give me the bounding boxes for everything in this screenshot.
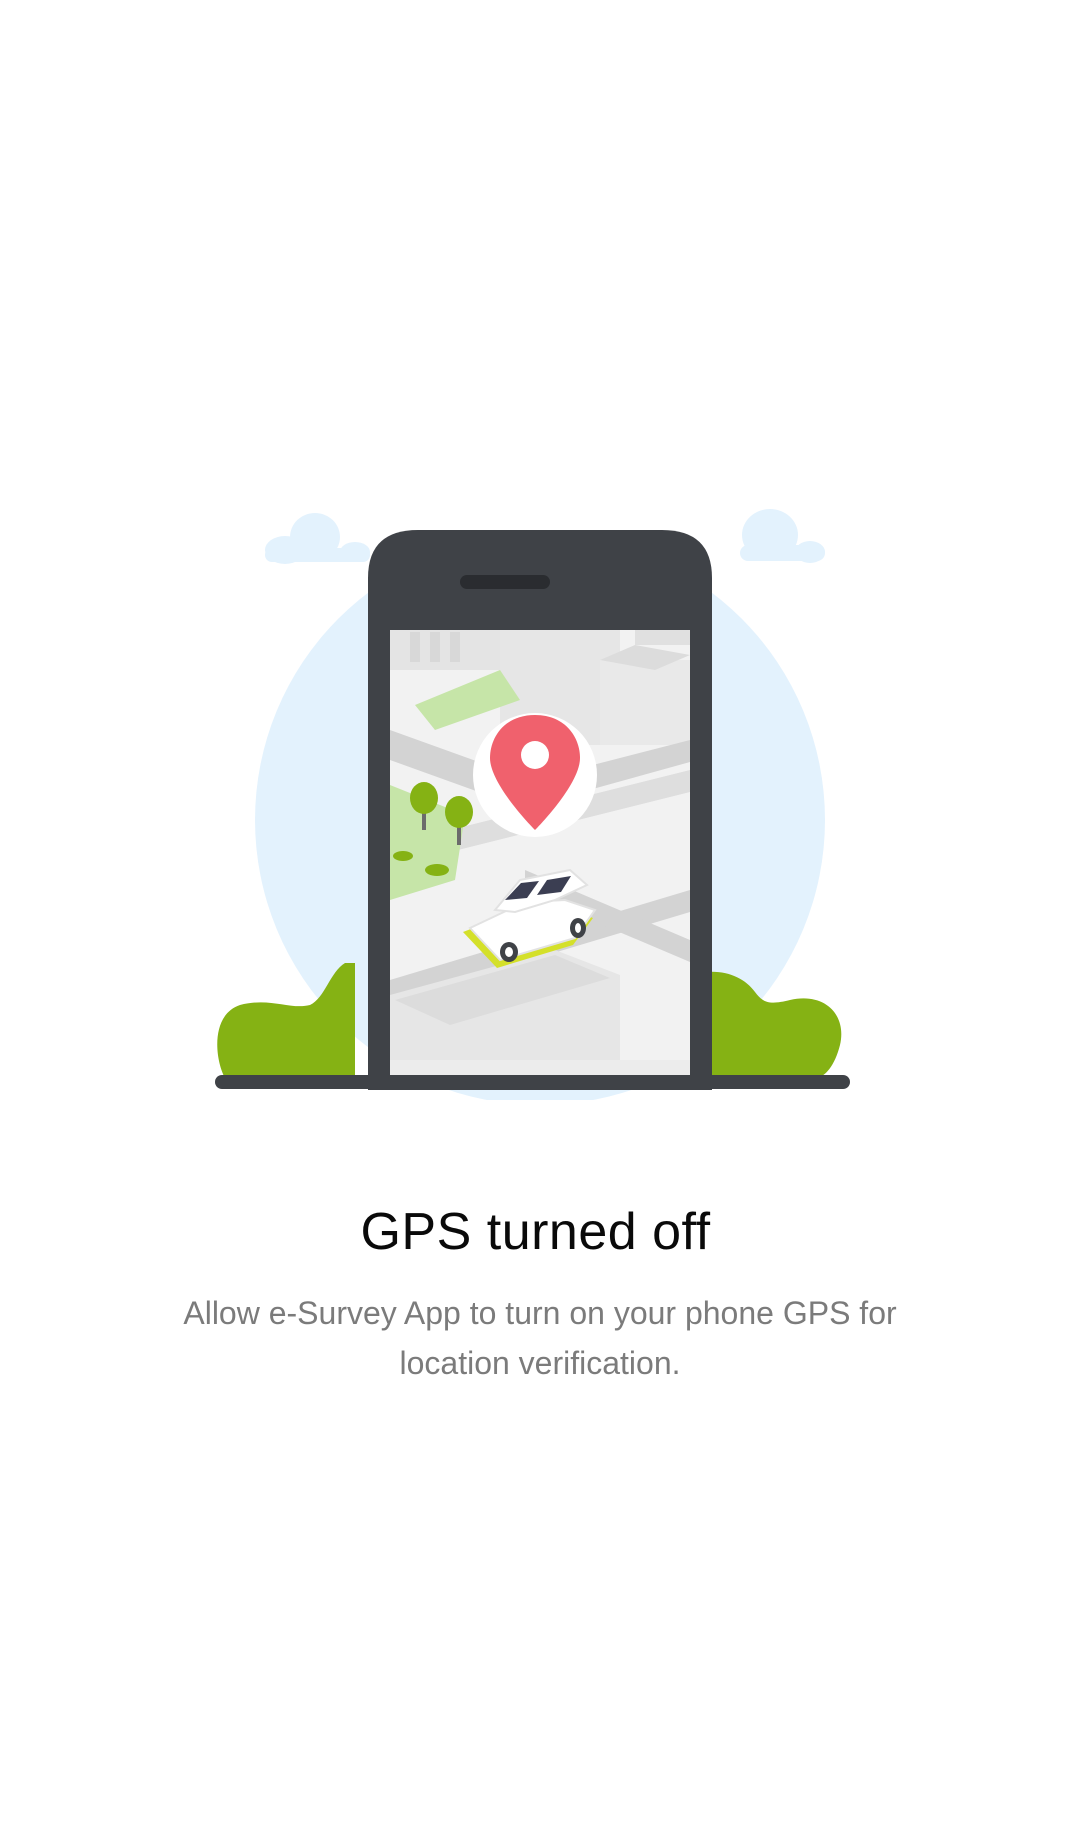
description-text: Allow e-Survey App to turn on your phone… <box>183 1295 897 1381</box>
map-icon <box>390 630 690 1075</box>
cloud-icon <box>740 509 825 563</box>
location-pin-hole <box>521 741 549 769</box>
bush-icon <box>705 971 842 1078</box>
gps-disabled-screen: GPS turned off Allow e-Survey App to tur… <box>0 0 1071 1846</box>
gps-illustration <box>215 500 865 1100</box>
bush-icon <box>217 963 355 1078</box>
phone-speaker <box>460 575 550 589</box>
cloud-icon <box>265 513 370 564</box>
page-title: GPS turned off <box>360 1203 711 1261</box>
gps-illustration-svg <box>215 509 850 1100</box>
ground-bar <box>215 1075 850 1089</box>
